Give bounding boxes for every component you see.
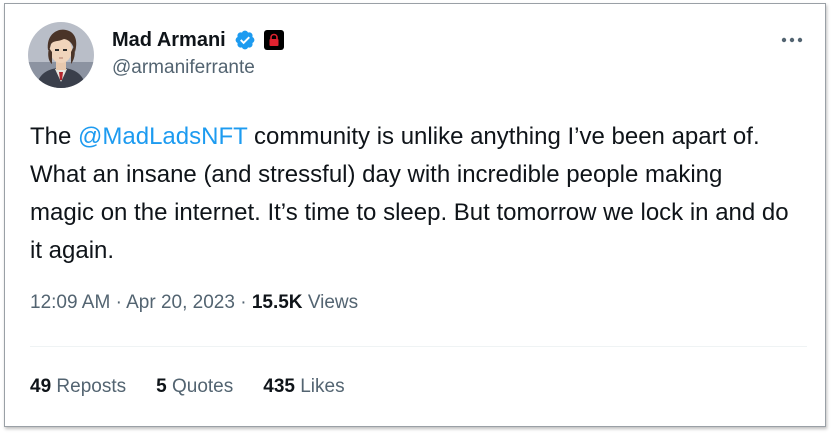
reposts-count: 49: [30, 376, 52, 397]
author-handle[interactable]: @armaniferrante: [112, 57, 284, 79]
verified-badge-icon[interactable]: [234, 29, 256, 51]
tweet-meta: 12:09 AM · Apr 20, 2023 · 15.5K Views: [30, 292, 358, 314]
likes-count: 435: [263, 376, 295, 397]
avatar-image: [28, 22, 94, 88]
tweet-card: Mad Armani @armaniferrante The @MadLadsN…: [4, 3, 826, 427]
avatar[interactable]: [28, 22, 94, 88]
more-options-icon[interactable]: [779, 30, 805, 50]
tweet-date[interactable]: Apr 20, 2023: [126, 292, 235, 313]
tweet-text: The @MadLadsNFT community is unlike anyt…: [30, 118, 790, 270]
likes-label: Likes: [300, 376, 345, 397]
meta-separator: ·: [240, 292, 247, 313]
likes-stat[interactable]: 435 Likes: [263, 376, 344, 398]
author-block: Mad Armani @armaniferrante: [112, 26, 284, 79]
divider: [30, 346, 807, 347]
quotes-count: 5: [156, 376, 167, 397]
engagement-stats: 49 Reposts 5 Quotes 435 Likes: [30, 376, 375, 398]
reposts-label: Reposts: [56, 376, 127, 397]
author-name-row: Mad Armani: [112, 26, 284, 54]
reposts-stat[interactable]: 49 Reposts: [30, 376, 126, 398]
tweet-text-before: The: [30, 123, 79, 150]
views-label: Views: [307, 292, 359, 313]
quotes-stat[interactable]: 5 Quotes: [156, 376, 233, 398]
mention-link[interactable]: @MadLadsNFT: [78, 123, 247, 150]
affiliate-badge-icon[interactable]: [263, 30, 284, 50]
author-display-name[interactable]: Mad Armani: [112, 29, 226, 52]
quotes-label: Quotes: [171, 376, 234, 397]
tweet-time[interactable]: 12:09 AM: [30, 292, 110, 313]
meta-separator: ·: [115, 292, 122, 313]
lock-icon: [269, 33, 279, 46]
views-count: 15.5K: [251, 292, 303, 313]
